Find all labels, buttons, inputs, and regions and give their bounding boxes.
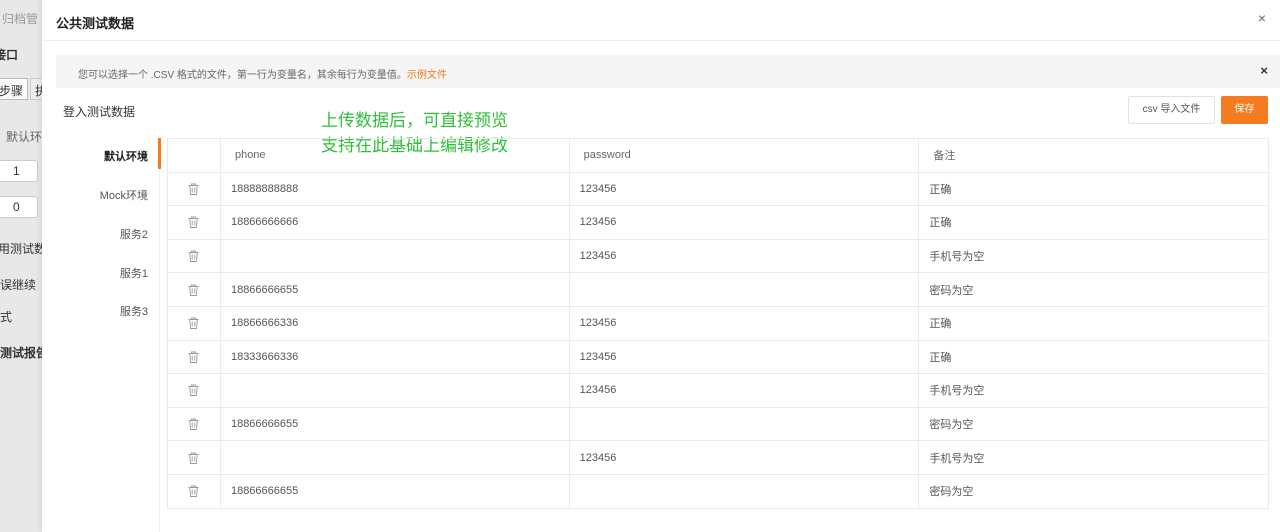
environment-nav: 默认环境 Mock环境 服务2 服务1 服务3	[56, 138, 161, 532]
execute-tab[interactable]: 执	[30, 78, 42, 100]
env-item-default[interactable]: 默认环境	[104, 148, 148, 164]
env-item-service3[interactable]: 服务3	[120, 303, 148, 319]
header-action-cell	[168, 139, 221, 172]
table-row: 18866666655 密码为空	[168, 474, 1270, 509]
default-env-label: 默认环境	[6, 130, 42, 144]
example-file-link[interactable]: 示例文件	[407, 70, 447, 81]
import-file-button[interactable]: csv 导入文件	[1128, 96, 1215, 124]
annotation-line-1: 上传数据后，可直接预览	[321, 111, 508, 130]
remark-cell[interactable]: 手机号为空	[919, 239, 1270, 273]
header-phone: phone	[221, 139, 570, 172]
table-row: 18866666666 123456 正确	[168, 206, 1270, 240]
steps-tab[interactable]: 步骤	[0, 78, 28, 100]
phone-cell[interactable]: 18866666336	[221, 306, 570, 340]
remark-cell[interactable]: 密码为空	[919, 474, 1270, 508]
trash-icon[interactable]	[188, 452, 199, 464]
env-item-service2[interactable]: 服务2	[120, 226, 148, 242]
background-page: 归档管 接口 步骤 执 默认环境 1 0 用测试数 误继续 式 测试报告	[0, 0, 42, 532]
env-active-indicator	[158, 138, 161, 169]
table-row: 18333666336 123456 正确	[168, 340, 1270, 375]
table-row: 123456 手机号为空	[168, 441, 1270, 475]
env-item-mock[interactable]: Mock环境	[100, 187, 148, 203]
trash-icon[interactable]	[188, 485, 199, 498]
notice-message: 您可以选择一个 .CSV 格式的文件，第一行为变量名，其余每行为变量值。	[78, 70, 407, 81]
remark-cell[interactable]: 正确	[919, 340, 1270, 374]
remark-cell[interactable]: 密码为空	[919, 273, 1270, 306]
phone-cell[interactable]: 18866666666	[221, 206, 570, 239]
table-header-row: phone password 备注	[168, 139, 1270, 173]
table-row: 123456 手机号为空	[168, 239, 1270, 274]
remark-cell[interactable]: 密码为空	[919, 407, 1270, 441]
use-test-data-label: 用测试数	[0, 242, 42, 256]
delete-cell	[168, 474, 221, 508]
phone-cell[interactable]	[221, 374, 570, 407]
archive-label: 归档管	[2, 12, 39, 26]
trash-icon[interactable]	[188, 418, 199, 430]
drawer-header: 公共测试数据 ×	[42, 0, 1280, 41]
notice-close-icon[interactable]: ×	[1260, 63, 1268, 78]
trash-icon[interactable]	[188, 384, 199, 397]
delete-cell	[168, 273, 221, 306]
table-row: 18866666655 密码为空	[168, 273, 1270, 307]
password-cell[interactable]	[570, 273, 920, 306]
phone-cell[interactable]: 18888888888	[221, 172, 570, 206]
delete-cell	[168, 407, 221, 441]
phone-cell[interactable]: 18866666655	[221, 407, 570, 441]
table-row: 18866666336 123456 正确	[168, 306, 1270, 341]
trash-icon[interactable]	[188, 351, 199, 363]
remark-cell[interactable]: 正确	[919, 172, 1270, 206]
section-title: 登入测试数据	[63, 105, 136, 119]
password-cell[interactable]	[570, 474, 920, 508]
phone-cell[interactable]: 18866666655	[221, 474, 570, 508]
password-cell[interactable]: 123456	[570, 206, 920, 239]
value-input-1[interactable]: 1	[0, 160, 38, 182]
delete-cell	[168, 306, 221, 340]
port-label: 接口	[0, 48, 19, 62]
table-row: 18888888888 123456 正确	[168, 172, 1270, 207]
password-cell[interactable]: 123456	[570, 239, 920, 273]
header-password: password	[570, 139, 920, 172]
value-input-2[interactable]: 0	[0, 196, 38, 218]
password-cell[interactable]	[570, 407, 920, 441]
remark-cell[interactable]: 手机号为空	[919, 441, 1270, 474]
table-row: 123456 手机号为空	[168, 374, 1270, 408]
error-continue-label: 误继续	[0, 278, 37, 292]
delete-cell	[168, 374, 221, 407]
notice-text: 您可以选择一个 .CSV 格式的文件，第一行为变量名，其余每行为变量值。示例文件	[78, 66, 447, 81]
phone-cell[interactable]	[221, 441, 570, 474]
test-data-drawer: 公共测试数据 × 您可以选择一个 .CSV 格式的文件，第一行为变量名，其余每行…	[42, 0, 1280, 532]
test-data-table: phone password 备注 18888888888 123456 正确 188…	[167, 138, 1270, 509]
env-item-service1[interactable]: 服务1	[120, 265, 148, 281]
remark-cell[interactable]: 正确	[919, 306, 1270, 340]
phone-cell[interactable]	[221, 239, 570, 273]
phone-cell[interactable]: 18866666655	[221, 273, 570, 306]
trash-icon[interactable]	[188, 250, 199, 263]
delete-cell	[168, 340, 221, 374]
drawer-title: 公共测试数据	[56, 16, 135, 31]
trash-icon[interactable]	[188, 183, 199, 195]
password-cell[interactable]: 123456	[570, 441, 920, 474]
notice-banner: 您可以选择一个 .CSV 格式的文件，第一行为变量名，其余每行为变量值。示例文件…	[56, 55, 1280, 88]
remark-cell[interactable]: 正确	[919, 206, 1270, 239]
remark-cell[interactable]: 手机号为空	[919, 374, 1270, 407]
trash-icon[interactable]	[188, 216, 199, 229]
save-button[interactable]: 保存	[1221, 96, 1268, 124]
table-row: 18866666655 密码为空	[168, 407, 1270, 442]
delete-cell	[168, 172, 221, 206]
test-report-label: 测试报告	[0, 346, 42, 360]
trash-icon[interactable]	[188, 284, 199, 296]
delete-cell	[168, 239, 221, 273]
password-cell[interactable]: 123456	[570, 340, 920, 374]
delete-cell	[168, 206, 221, 239]
password-cell[interactable]: 123456	[570, 374, 920, 407]
mode-label: 式	[0, 310, 13, 324]
trash-icon[interactable]	[188, 317, 199, 330]
header-remark: 备注	[919, 139, 1270, 172]
password-cell[interactable]: 123456	[570, 172, 920, 206]
phone-cell[interactable]: 18333666336	[221, 340, 570, 374]
close-icon[interactable]: ×	[1258, 10, 1266, 26]
delete-cell	[168, 441, 221, 474]
password-cell[interactable]: 123456	[570, 306, 920, 340]
